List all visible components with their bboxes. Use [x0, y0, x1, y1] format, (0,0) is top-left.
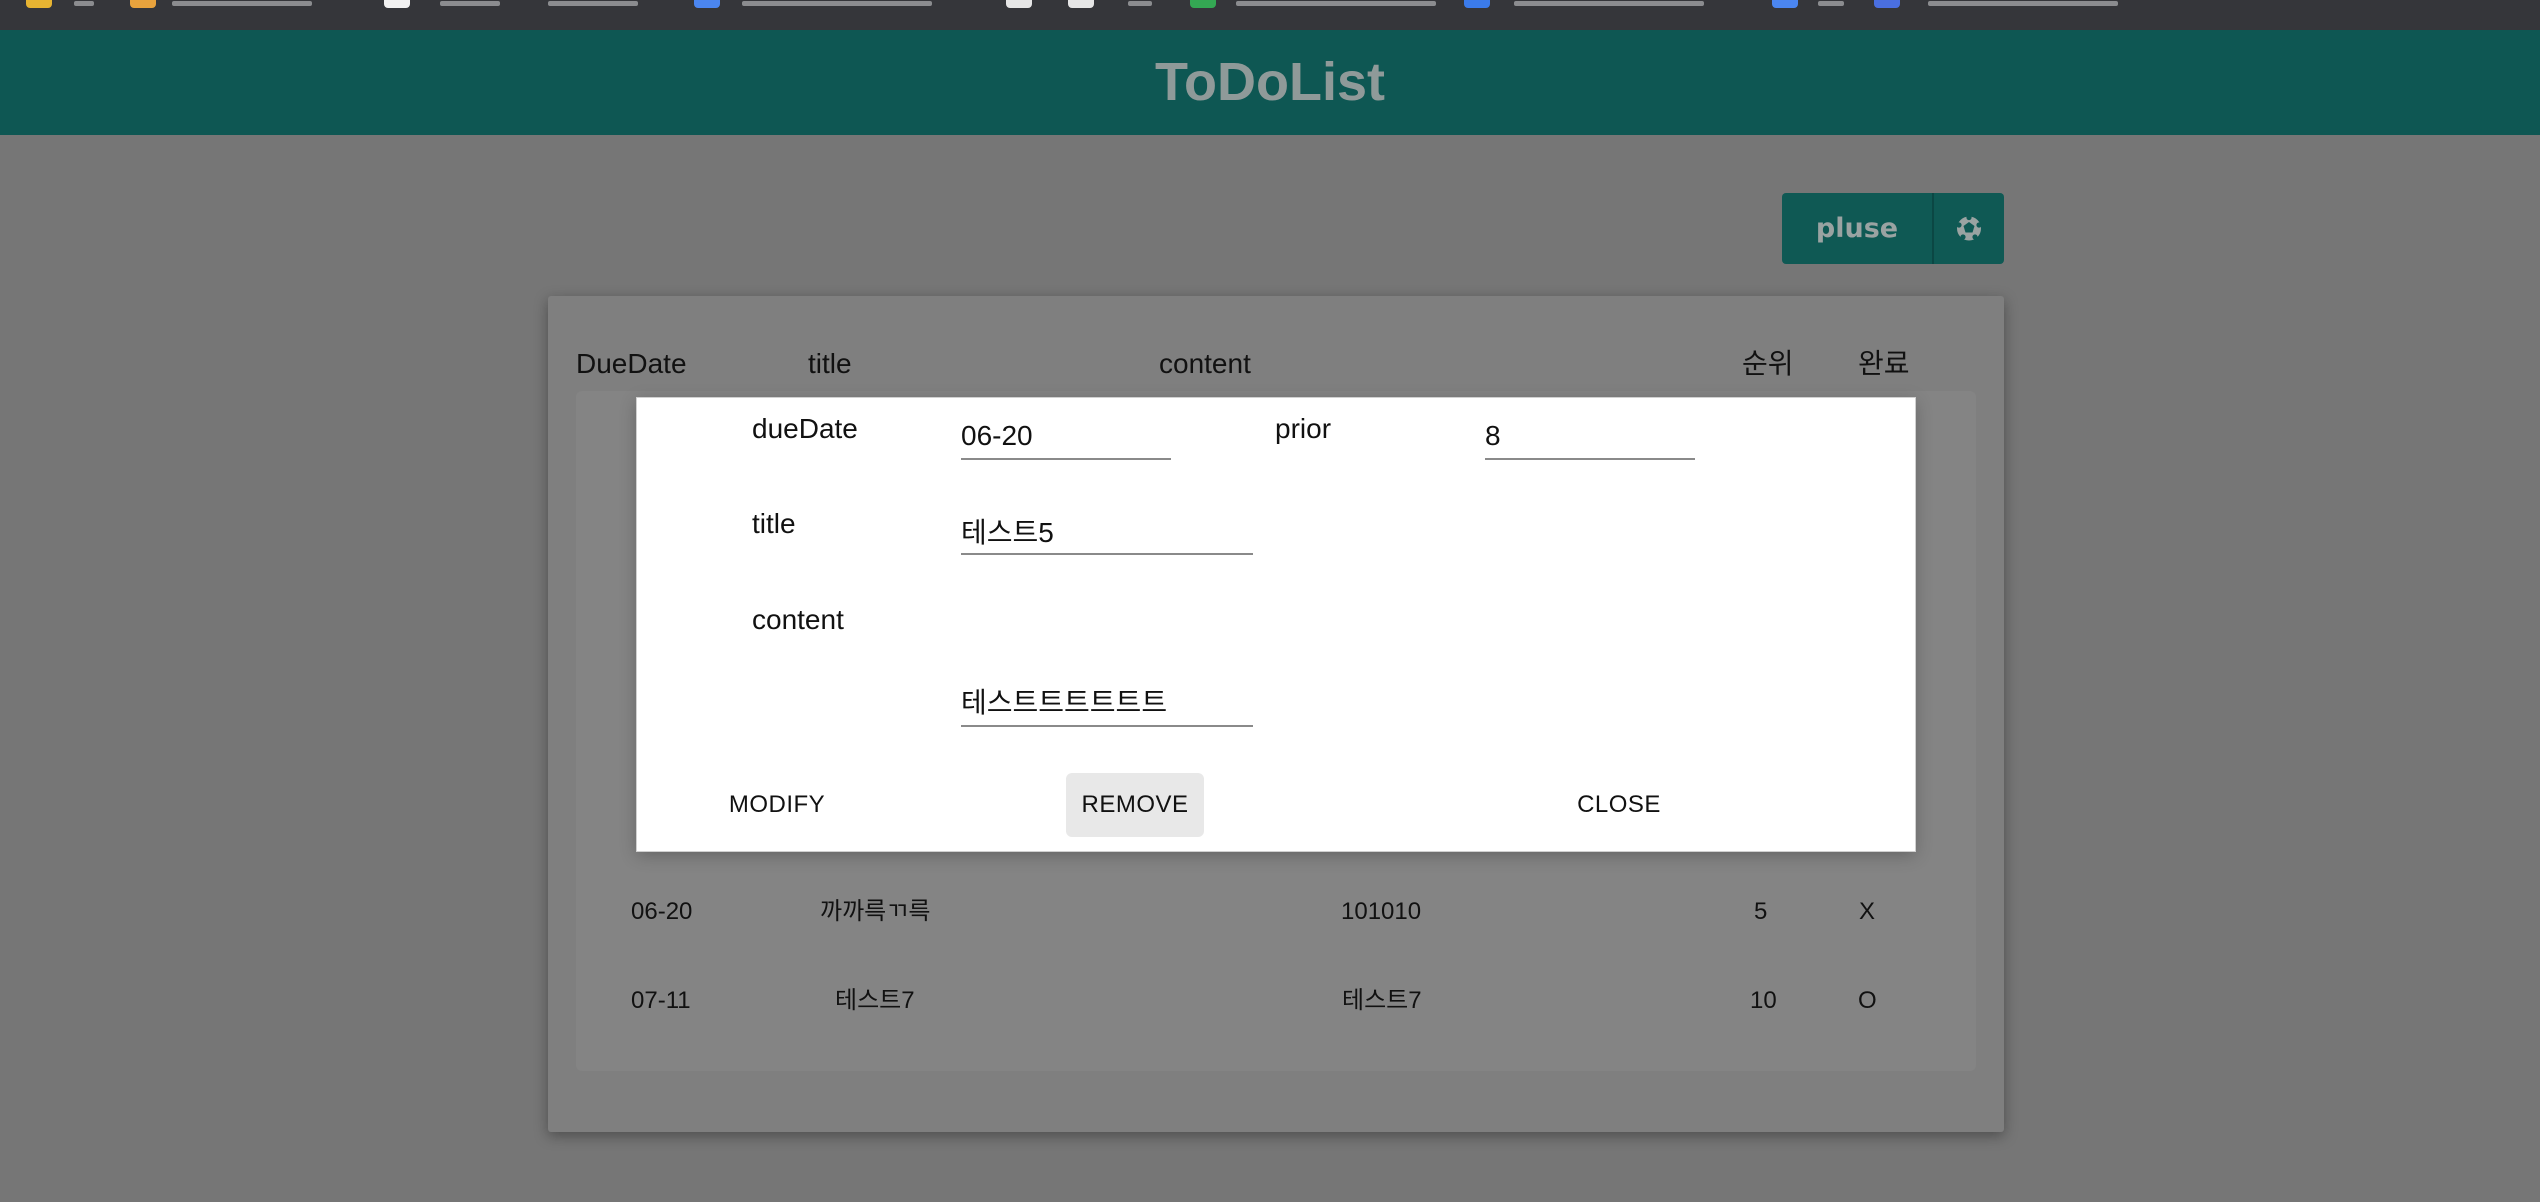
bookmark-label[interactable]	[440, 1, 500, 6]
prior-label: prior	[1275, 413, 1332, 444]
due-date-label: dueDate	[752, 413, 858, 444]
bookmark-label[interactable]	[1128, 1, 1152, 6]
bookmark-folder-icon[interactable]	[130, 0, 156, 8]
bookmark-site-icon[interactable]	[1190, 0, 1216, 8]
row-title: 테스트7	[835, 987, 915, 1014]
title-input[interactable]	[961, 509, 1253, 555]
bookmark-label[interactable]	[548, 1, 638, 6]
column-header-rank: 순위	[1742, 348, 1794, 379]
bookmark-docs-icon[interactable]	[1772, 0, 1798, 8]
bookmark-label[interactable]	[1818, 1, 1844, 6]
bookmark-site-icon[interactable]	[1464, 0, 1490, 8]
bookmark-github-icon[interactable]	[1006, 0, 1032, 8]
content-textarea[interactable]: 테스트트트트트트	[961, 681, 1253, 727]
row-content: 101010	[1341, 898, 1422, 925]
pluse-button-group: pluse	[1782, 193, 2004, 264]
bookmark-github-icon[interactable]	[1068, 0, 1094, 8]
row-title: 까까륵ㄲ륵	[820, 898, 931, 925]
bookmark-label[interactable]	[74, 1, 94, 6]
bookmark-docs-icon[interactable]	[694, 0, 720, 8]
close-button[interactable]: CLOSE	[1554, 773, 1684, 837]
row-done: X	[1859, 898, 1876, 925]
due-date-input[interactable]	[961, 414, 1171, 460]
bookmark-page-icon[interactable]	[384, 0, 410, 8]
bookmark-label[interactable]	[1236, 1, 1436, 6]
row-rank: 10	[1750, 987, 1777, 1014]
bookmark-label[interactable]	[1514, 1, 1704, 6]
bookmark-apps-icon[interactable]	[26, 0, 52, 8]
column-header-duedate: DueDate	[576, 348, 687, 379]
bookmark-label[interactable]	[1928, 1, 2118, 6]
content-label: content	[752, 604, 844, 635]
column-header-content: content	[1159, 348, 1251, 379]
row-due-date: 07-11	[631, 987, 691, 1014]
row-rank: 5	[1754, 898, 1768, 925]
bookmarks-bar	[0, 0, 2540, 30]
bookmark-site-icon[interactable]	[1874, 0, 1900, 8]
column-header-title: title	[808, 348, 852, 379]
modify-button[interactable]: MODIFY	[707, 773, 847, 837]
app-title: ToDoList	[1155, 52, 1385, 112]
soccer-ball-icon[interactable]	[1934, 193, 2004, 264]
row-content: 테스트7	[1342, 987, 1422, 1014]
edit-todo-modal: dueDate prior title content 테스트트트트트트 MOD…	[637, 398, 1915, 851]
app-header: ToDoList	[0, 30, 2540, 135]
title-label: title	[752, 508, 796, 539]
row-due-date: 06-20	[631, 898, 693, 925]
row-done: O	[1858, 987, 1877, 1014]
remove-button[interactable]: REMOVE	[1066, 773, 1204, 837]
prior-input[interactable]	[1485, 414, 1695, 460]
pluse-button[interactable]: pluse	[1782, 193, 1932, 264]
column-header-done: 완료	[1858, 348, 1910, 379]
bookmark-label[interactable]	[172, 1, 312, 6]
bookmark-label[interactable]	[742, 1, 932, 6]
